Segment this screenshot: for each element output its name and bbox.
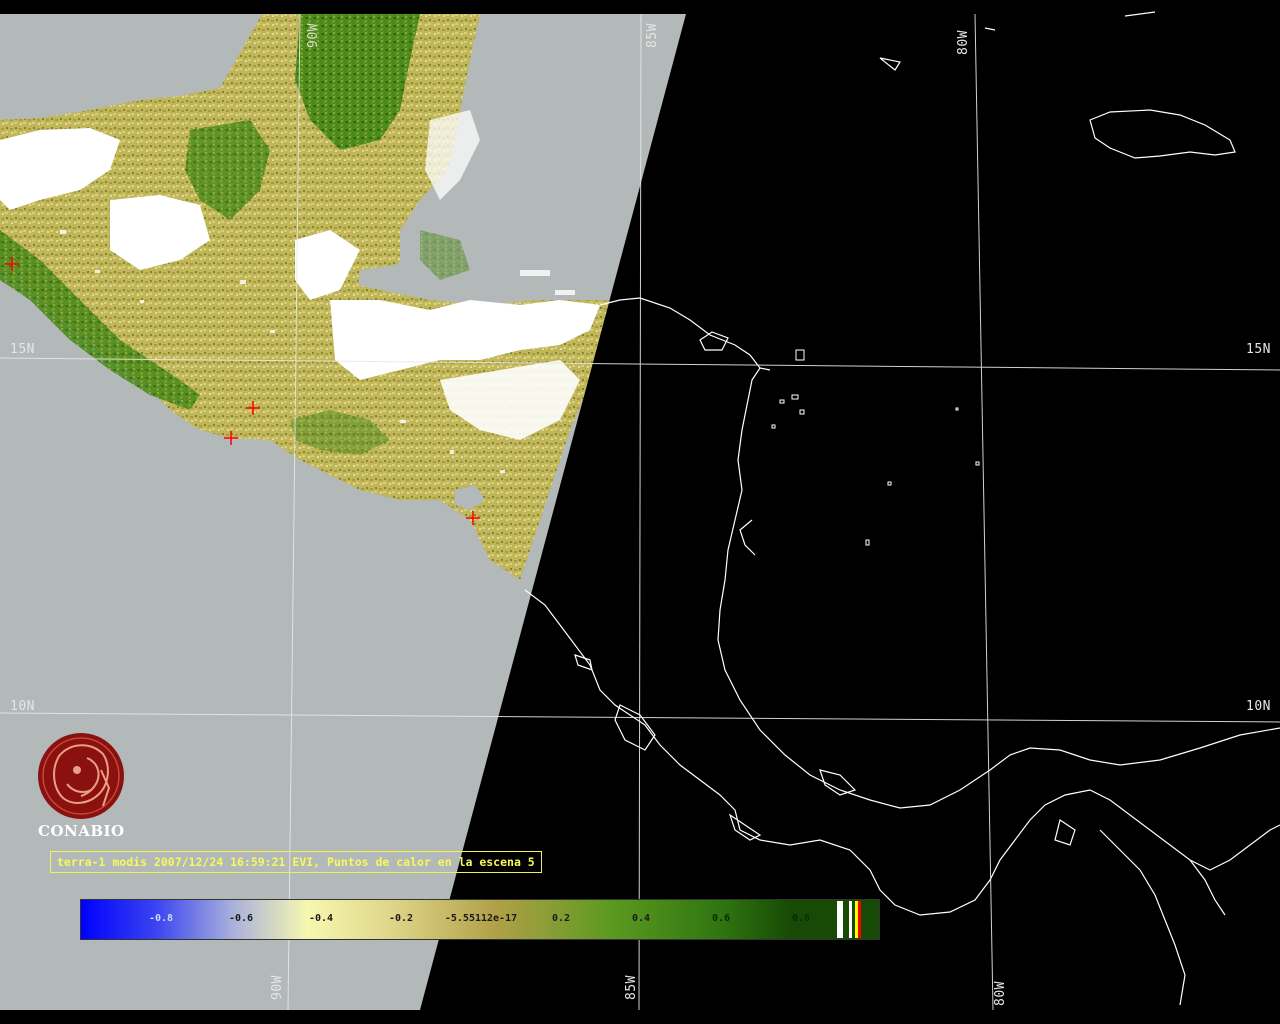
- scene-caption: terra-1 modis 2007/12/24 16:59:21 EVI, P…: [50, 851, 542, 873]
- grid-label-10n-right: 10N: [1246, 699, 1271, 714]
- colorbar-tick-label: 0.4: [631, 913, 651, 924]
- evi-colorbar: -0.8 -0.6 -0.4 -0.2 -5.55112e-17 0.2 0.4 0.6 0.8: [80, 899, 880, 940]
- colorbar-tick-label: -0.2: [388, 913, 414, 924]
- conabio-macaw-logo-icon: [38, 733, 124, 819]
- grid-label-80w-bottom: 80W: [993, 981, 1008, 1006]
- grid-label-10n-left: 10N: [10, 699, 35, 714]
- grid-label-85w-bottom: 85W: [624, 975, 639, 1000]
- colorbar-tick-label: -5.55112e-17: [444, 913, 518, 924]
- colorbar-tick-label: -0.8: [148, 913, 174, 924]
- colorbar-tick-label: 0.2: [551, 913, 571, 924]
- colorbar-tick-label: 0.6: [711, 913, 731, 924]
- grid-label-85w-top: 85W: [645, 23, 660, 48]
- logo-name: CONABIO: [38, 822, 125, 840]
- colorbar-tick-label: -0.4: [308, 913, 334, 924]
- grid-label-80w-top: 80W: [956, 30, 971, 55]
- colorbar-tick-label: -0.6: [228, 913, 254, 924]
- satellite-map: 15N 15N 10N 10N 90W 90W 85W 85W 80W 80W …: [0, 0, 1280, 1024]
- grid-label-90w-top: 90W: [306, 23, 321, 48]
- grid-label-15n-left: 15N: [10, 342, 35, 357]
- grid-label-15n-right: 15N: [1246, 342, 1271, 357]
- grid-label-90w-bottom: 90W: [270, 975, 285, 1000]
- colorbar-tick-label: 0.8: [791, 913, 811, 924]
- colorbar-tick-labels: -0.8 -0.6 -0.4 -0.2 -5.55112e-17 0.2 0.4 0.6 0.8: [81, 900, 879, 939]
